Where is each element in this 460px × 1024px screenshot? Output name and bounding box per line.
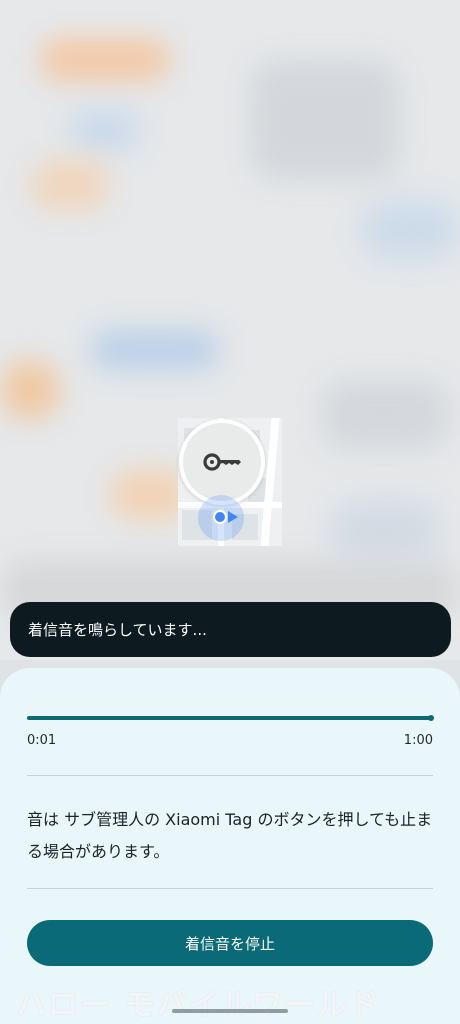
- ring-progress-end-dot: [428, 715, 434, 721]
- map-background[interactable]: [0, 0, 460, 660]
- key-icon: [203, 453, 241, 471]
- divider-top: [27, 775, 433, 776]
- heading-arrow-icon: [228, 511, 238, 523]
- info-note: 音は サブ管理人の Xiaomi Tag のボタンを押しても止まる場合があります…: [27, 810, 433, 861]
- home-indicator[interactable]: [172, 1009, 288, 1013]
- ringing-toast: 着信音を鳴らしています...: [10, 602, 451, 657]
- key-marker[interactable]: [179, 419, 265, 505]
- elapsed-time: 0:01: [27, 733, 57, 748]
- total-time: 1:00: [403, 733, 433, 748]
- ring-progress-fill: [27, 716, 432, 720]
- ring-progress-bar: [27, 715, 434, 721]
- toast-text: 着信音を鳴らしています...: [28, 621, 207, 639]
- divider-bottom: [27, 888, 433, 889]
- current-location-dot: [213, 510, 227, 524]
- watermark-logo: ハロー モバイルワールド: [16, 988, 381, 1023]
- stop-ringtone-button[interactable]: 着信音を停止: [27, 920, 433, 966]
